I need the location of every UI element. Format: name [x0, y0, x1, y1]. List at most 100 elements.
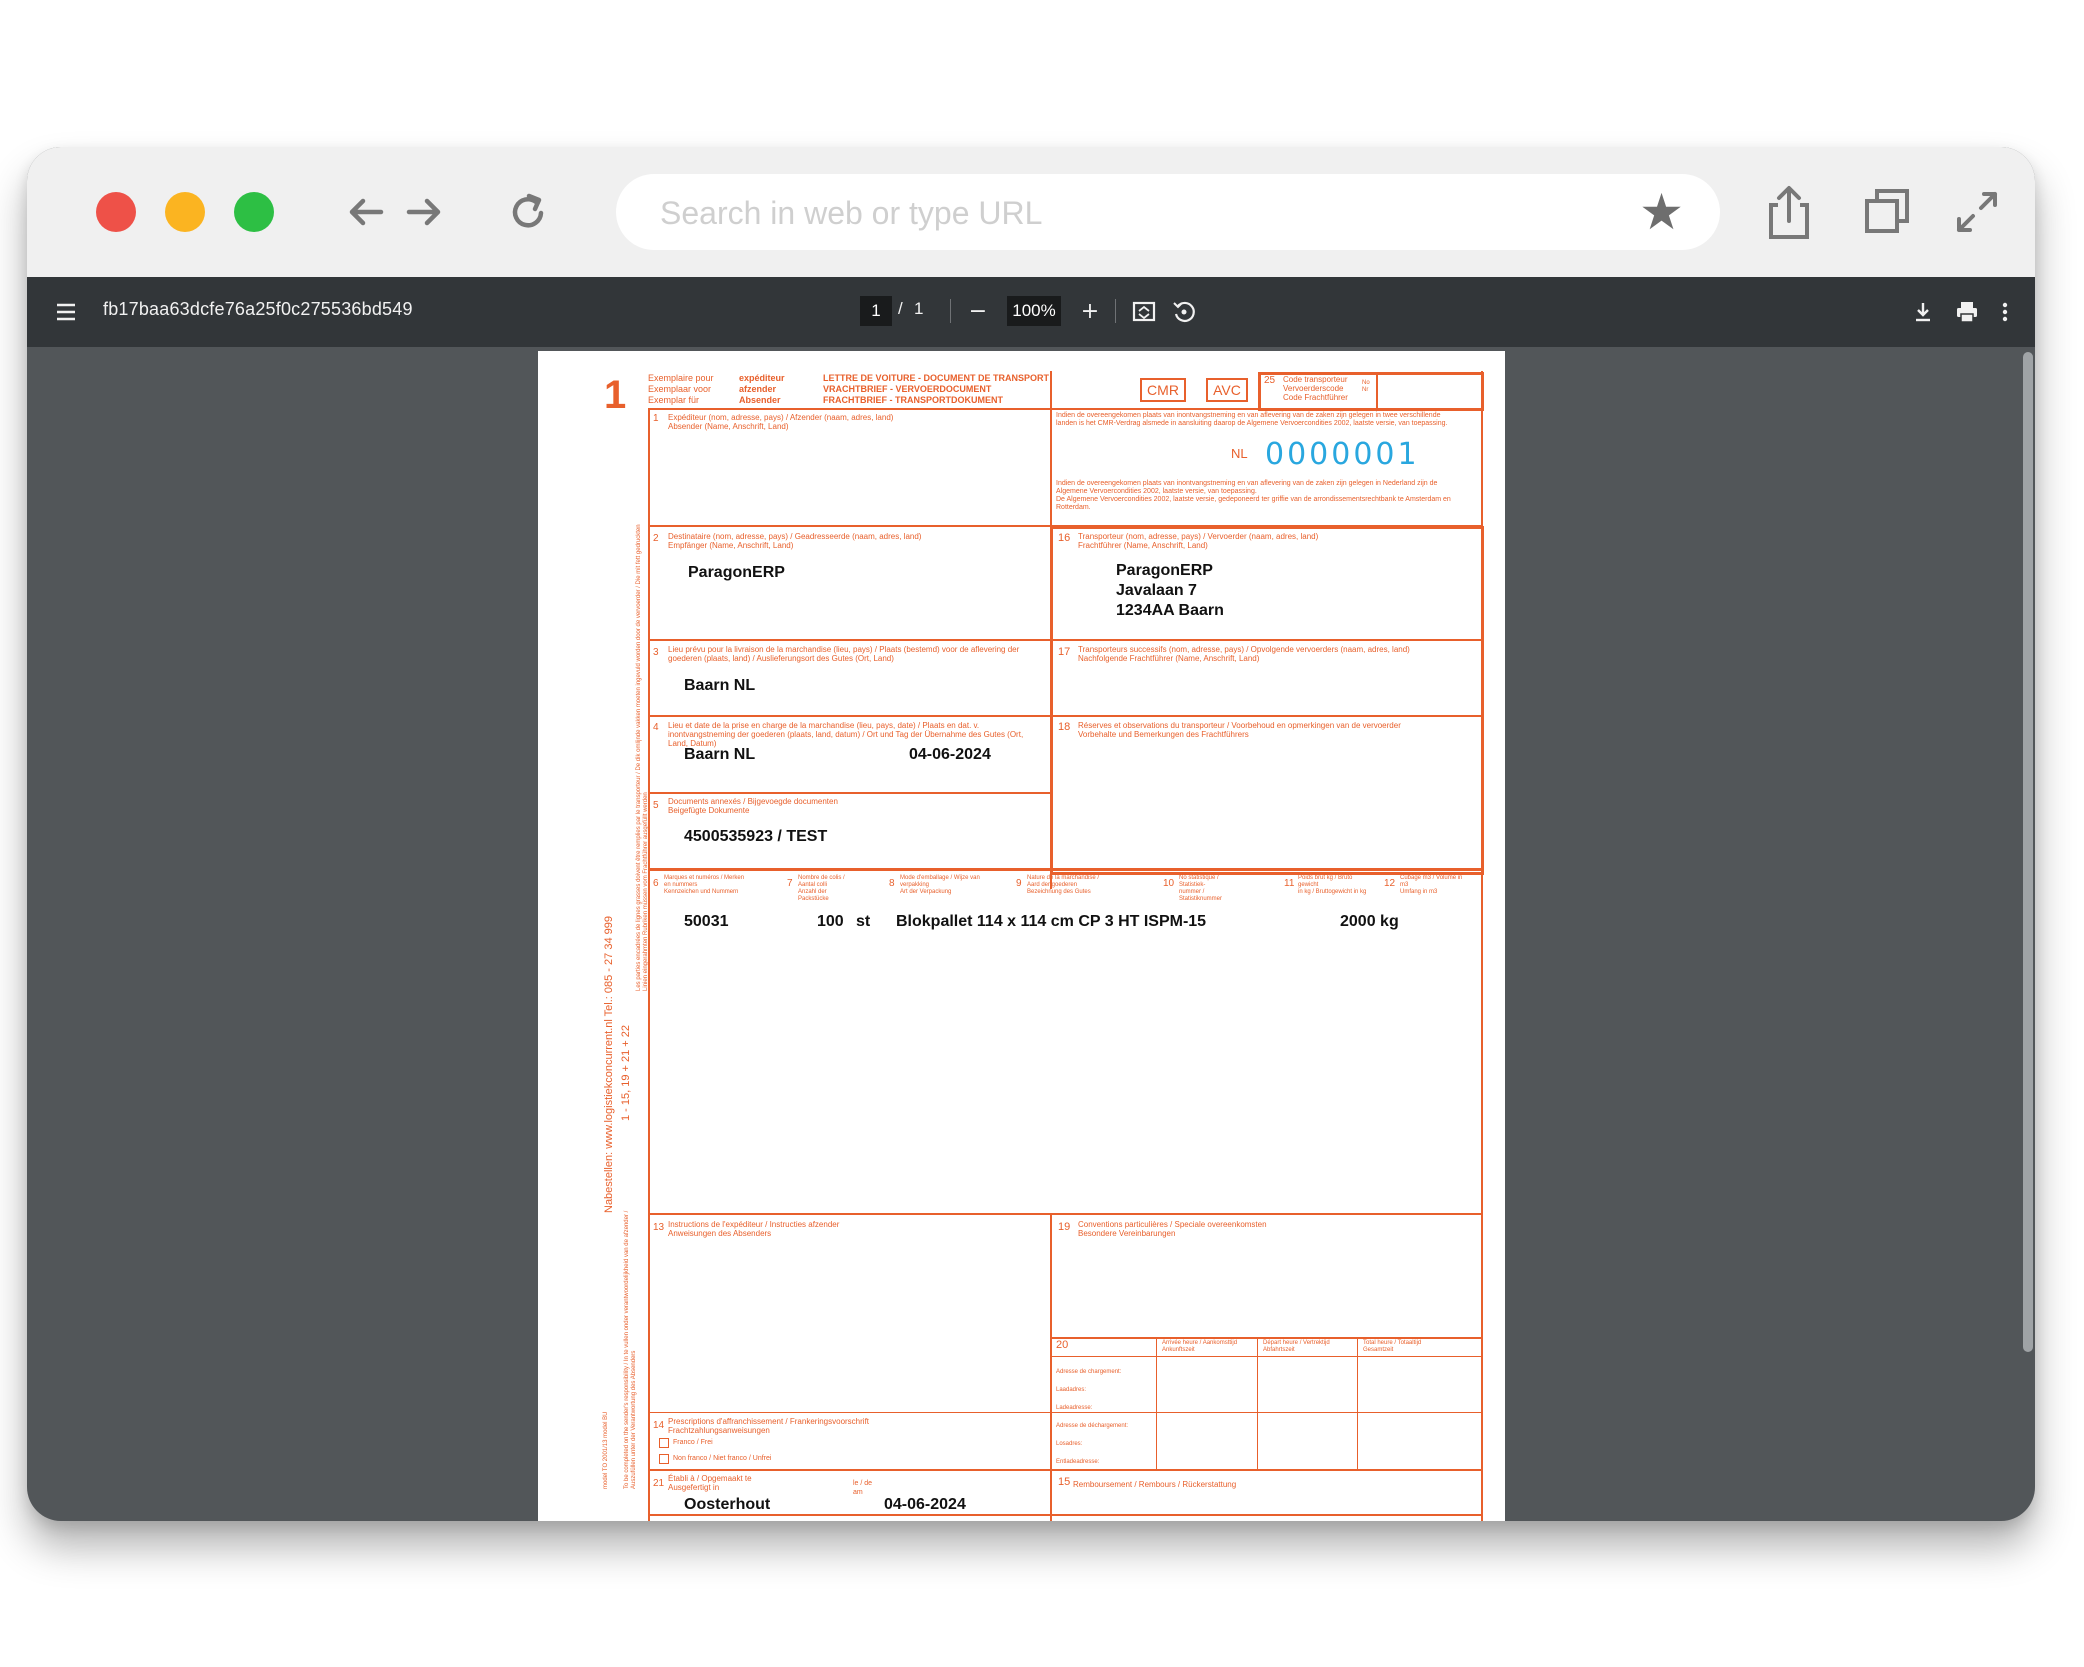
goods-header-10-num: 10 — [1163, 878, 1175, 889]
vertical-scrollbar[interactable] — [2023, 352, 2033, 1352]
fit-page-icon[interactable] — [1129, 294, 1159, 330]
url-input[interactable] — [658, 186, 1562, 240]
successive-carriers-label: Transporteurs successifs (nom, adresse, … — [1078, 645, 1410, 663]
browser-toolbar: ★ — [27, 147, 2035, 277]
rotate-icon[interactable] — [1169, 294, 1199, 330]
field-3-number: 3 — [653, 647, 659, 658]
goods-header-10: No statistique / Statistiek- nummer / St… — [1179, 875, 1223, 902]
carrier-name: ParagonERP — [1116, 562, 1213, 579]
issued-at-label: Établi à / Opgemaakt te Ausgefertigt in — [668, 1474, 752, 1492]
copy-labels: Exemplaire pour Exemplaar voor Exemplar … — [648, 373, 714, 405]
bookmark-star-icon[interactable]: ★ — [1639, 186, 1684, 238]
browser-window: ★ fb17baa63dcfe76a25f0c275536bd549 / 1 −… — [27, 147, 2035, 1521]
copy-number: 1 — [604, 373, 627, 417]
pickup-date: 04-06-2024 — [909, 746, 991, 763]
goods-description: Blokpallet 114 x 114 cm CP 3 HT ISPM-15 — [896, 913, 1207, 930]
field-21-number: 21 — [653, 1478, 665, 1489]
total-pages: 1 — [914, 299, 924, 318]
payment-instructions-label: Prescriptions d'affranchissement / Frank… — [668, 1417, 870, 1435]
country-prefix: NL — [1231, 446, 1248, 461]
field-5-number: 5 — [653, 800, 659, 811]
loading-address-label: Adresse de chargement: Laadadres: Ladead… — [1056, 1369, 1122, 1411]
zoom-level[interactable]: 100% — [1007, 296, 1061, 326]
legal-text-top: Indien de overeengekomen plaats van inon… — [1056, 412, 1448, 427]
model-info: model TO 2001/13 model BU — [603, 1411, 609, 1490]
goods-unit: st — [856, 913, 871, 930]
close-window-button[interactable] — [96, 192, 136, 232]
carrier-code-no: No Nr — [1362, 380, 1370, 393]
consignee-value: ParagonERP — [688, 564, 785, 581]
field-25-number: 25 — [1264, 375, 1276, 386]
print-icon[interactable] — [1952, 294, 1982, 330]
pdf-viewer-toolbar: fb17baa63dcfe76a25f0c275536bd549 / 1 − 1… — [27, 277, 2035, 347]
share-icon[interactable] — [1761, 183, 1817, 243]
consignee-label: Destinataire (nom, adresse, pays) / Gead… — [668, 532, 922, 550]
field-17-number: 17 — [1058, 646, 1071, 658]
field-18-number: 18 — [1058, 721, 1071, 733]
cmr-consignment-note: 1 Exemplaire pour Exemplaar voor Exempla… — [538, 351, 1505, 1521]
sender-instructions-label: Instructions de l'expéditeur / Instructi… — [668, 1220, 840, 1238]
avc-badge: AVC — [1206, 378, 1248, 402]
page-number-input[interactable] — [860, 296, 892, 326]
carrier-code-label: Code transporteur Vervoerderscode Code F… — [1283, 375, 1348, 402]
address-bar[interactable]: ★ — [616, 174, 1720, 250]
menu-icon[interactable] — [51, 294, 81, 330]
non-franco-checkbox[interactable] — [659, 1454, 669, 1464]
copy-recipient: expéditeur afzender Absender — [739, 373, 785, 405]
carrier-city: 1234AA Baarn — [1116, 602, 1224, 619]
documents-label: Documents annexés / Bijgevoegde document… — [668, 797, 838, 815]
documents-value: 4500535923 / TEST — [684, 828, 828, 845]
maximize-window-button[interactable] — [234, 192, 274, 232]
goods-quantity: 100 — [817, 913, 844, 930]
goods-header-7: Nombre de colis / Aantal colli Anzahl de… — [798, 875, 845, 902]
back-arrow-icon[interactable] — [341, 187, 391, 237]
goods-header-6: Marques et numéros / Merken en nummers K… — [664, 875, 745, 895]
field-16-number: 16 — [1058, 532, 1071, 544]
arrival-time-header: Arrivée heure / Aankomsttijd Ankunftszei… — [1162, 1340, 1238, 1353]
issued-at-place: Oosterhout — [684, 1496, 771, 1513]
liability-notice: Les parties encadrées de lignes grasses … — [636, 524, 649, 991]
toolbar-divider — [950, 299, 951, 323]
reimbursement-label: Remboursement / Rembours / Rückerstattun… — [1073, 1480, 1237, 1489]
document-title: fb17baa63dcfe76a25f0c275536bd549 — [103, 299, 413, 319]
issued-date-label: le / de am — [853, 1480, 873, 1496]
download-icon[interactable] — [1909, 294, 1937, 330]
field-15-number: 15 — [1058, 1476, 1071, 1488]
carrier-street: Javalaan 7 — [1116, 582, 1197, 599]
pickup-place: Baarn NL — [684, 746, 756, 763]
non-franco-label: Non franco / Niet franco / Unfrei — [673, 1455, 772, 1462]
delivery-place-label: Lieu prévu pour la livraison de la march… — [668, 645, 1020, 663]
carrier-remarks-label: Réserves et observations du transporteur… — [1078, 721, 1401, 739]
fullscreen-icon[interactable] — [1952, 187, 2002, 237]
pickup-label: Lieu et date de la prise en charge de la… — [668, 721, 1024, 748]
goods-header-9: Nature de la marchandise / Aard der goed… — [1027, 875, 1100, 895]
forward-arrow-icon[interactable] — [399, 187, 449, 237]
zoom-out-button[interactable]: − — [966, 294, 990, 330]
minimize-window-button[interactable] — [165, 192, 205, 232]
franco-label: Franco / Frei — [673, 1439, 713, 1446]
page-separator: / — [898, 299, 903, 318]
reload-icon[interactable] — [503, 187, 553, 237]
field-1-number: 1 — [653, 413, 659, 424]
issued-date: 04-06-2024 — [884, 1496, 966, 1513]
document-number: 0000001 — [1265, 437, 1420, 472]
order-info: Nabestellen: www.logistiekconcurrent.nl … — [603, 916, 615, 1213]
goods-header-8-num: 8 — [889, 878, 895, 889]
goods-weight: 2000 kg — [1340, 913, 1399, 930]
goods-header-11: Poids brut kg / Bruto gewicht in kg / Br… — [1298, 875, 1367, 895]
field-20-number: 20 — [1056, 1339, 1069, 1351]
goods-marks: 50031 — [684, 913, 729, 930]
zoom-in-button[interactable]: + — [1078, 294, 1102, 330]
more-options-icon[interactable] — [1995, 294, 2015, 330]
goods-header-7-num: 7 — [787, 878, 793, 889]
tabs-icon[interactable] — [1861, 185, 1915, 239]
sender-label: Expéditeur (nom, adresse, pays) / Afzend… — [668, 413, 894, 431]
boxes-info: 1 - 15, 19 + 21 + 22 — [620, 1024, 632, 1121]
franco-checkbox[interactable] — [659, 1438, 669, 1448]
field-4-number: 4 — [653, 722, 659, 733]
departure-time-header: Départ heure / Vertrektijd Abfahrtszeit — [1263, 1340, 1330, 1353]
field-14-number: 14 — [653, 1420, 665, 1431]
pdf-page: 1 Exemplaire pour Exemplaar voor Exempla… — [538, 351, 1505, 1521]
carrier-label: Transporteur (nom, adresse, pays) / Verv… — [1078, 532, 1319, 550]
legal-text-bottom: Indien de overeengekomen plaats van inon… — [1056, 480, 1451, 511]
